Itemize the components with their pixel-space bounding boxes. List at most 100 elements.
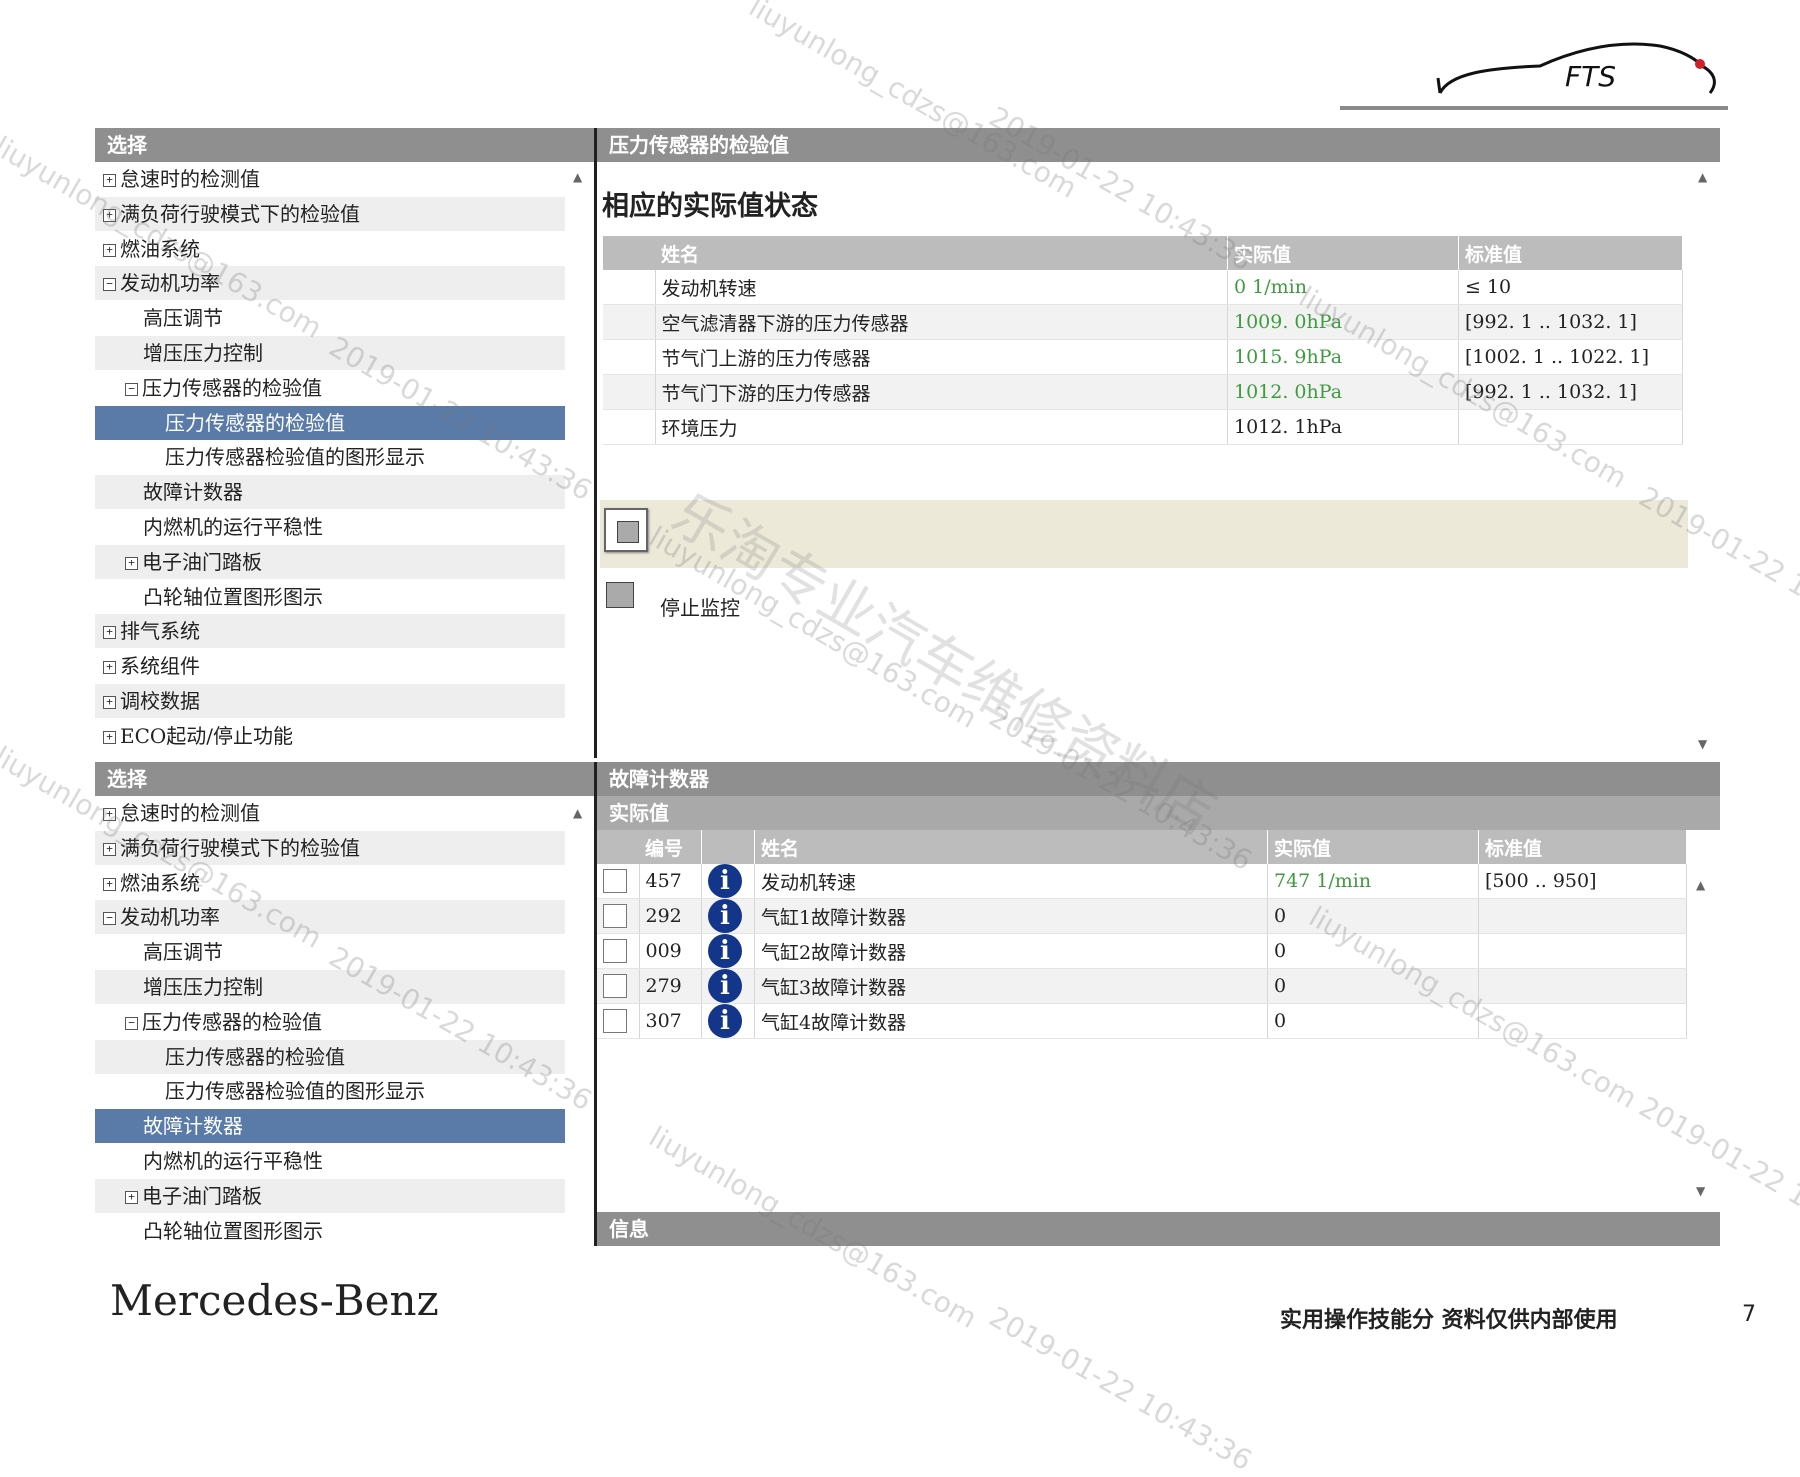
col-name[interactable]: 姓名 xyxy=(755,830,1268,864)
tree-item[interactable]: +ECO起动/停止功能 xyxy=(95,719,565,753)
info-icon[interactable]: i xyxy=(708,969,742,1003)
top-content-scrollbar[interactable]: ▲ ▼ xyxy=(1690,162,1718,758)
expand-icon[interactable]: + xyxy=(103,174,116,187)
stop-indicator-icon[interactable] xyxy=(606,582,634,608)
collapse-icon[interactable]: − xyxy=(125,1017,138,1030)
scroll-up-icon[interactable]: ▲ xyxy=(573,170,582,184)
info-icon[interactable]: i xyxy=(708,934,742,968)
table-row[interactable]: 发动机转速0 1/min≤ 10 xyxy=(603,270,1683,305)
tree-item[interactable]: 高压调节 xyxy=(95,301,565,335)
tree-item[interactable]: 故障计数器 xyxy=(95,475,565,509)
tree-item[interactable]: 故障计数器 xyxy=(95,1109,565,1143)
tree-item[interactable]: 内燃机的运行平稳性 xyxy=(95,510,565,544)
col-actual[interactable]: 实际值 xyxy=(1268,830,1479,864)
expand-icon[interactable]: + xyxy=(103,661,116,674)
tree-item[interactable]: 压力传感器的检验值 xyxy=(95,406,565,440)
table-row[interactable]: 279i气缸3故障计数器0 xyxy=(597,969,1687,1004)
tree-item[interactable]: 压力传感器检验值的图形显示 xyxy=(95,440,565,474)
tree-item[interactable]: +电子油门踏板 xyxy=(95,1179,565,1213)
expand-icon[interactable]: + xyxy=(103,878,116,891)
scroll-up-icon[interactable]: ▲ xyxy=(1698,170,1707,184)
bottom-content-scrollbar[interactable]: ▲ ▼ xyxy=(1688,864,1718,1210)
row-checkbox[interactable] xyxy=(603,904,627,928)
expand-icon[interactable]: + xyxy=(103,731,116,744)
info-icon[interactable]: i xyxy=(708,899,742,933)
col-code[interactable]: 编号 xyxy=(639,830,702,864)
row-checkbox[interactable] xyxy=(603,869,627,893)
row-actual: 0 xyxy=(1268,934,1479,969)
tree-item[interactable]: 内燃机的运行平稳性 xyxy=(95,1144,565,1178)
tree-item[interactable]: −发动机功率 xyxy=(95,266,565,300)
tree-item[interactable]: −压力传感器的检验值 xyxy=(95,371,565,405)
tree-item[interactable]: 增压压力控制 xyxy=(95,336,565,370)
col-name[interactable]: 姓名 xyxy=(655,236,1228,270)
row-name: 节气门上游的压力传感器 xyxy=(655,340,1228,375)
expand-icon[interactable]: + xyxy=(103,626,116,639)
table-row[interactable]: 节气门下游的压力传感器1012. 0hPa[992. 1 .. 1032. 1] xyxy=(603,375,1683,410)
tree-item-label: 压力传感器检验值的图形显示 xyxy=(165,445,425,469)
tree-item[interactable]: −发动机功率 xyxy=(95,900,565,934)
collapse-icon[interactable]: − xyxy=(103,912,116,925)
col-standard[interactable]: 标准值 xyxy=(1459,236,1683,270)
row-checkbox[interactable] xyxy=(603,939,627,963)
tree-item[interactable]: +怠速时的检测值 xyxy=(95,796,565,830)
tree-item[interactable]: 凸轮轴位置图形图示 xyxy=(95,1214,565,1242)
expand-icon[interactable]: + xyxy=(103,209,116,222)
collapse-icon[interactable]: − xyxy=(125,383,138,396)
scroll-up-icon[interactable]: ▲ xyxy=(1696,878,1705,892)
row-code: 292 xyxy=(639,899,702,934)
tree-item-label: 满负荷行驶模式下的检验值 xyxy=(120,836,360,860)
expand-icon[interactable]: + xyxy=(125,557,138,570)
table-row[interactable]: 节气门上游的压力传感器1015. 9hPa[1002. 1 .. 1022. 1… xyxy=(603,340,1683,375)
tree-item[interactable]: +调校数据 xyxy=(95,684,565,718)
tree-item[interactable]: +系统组件 xyxy=(95,649,565,683)
info-icon[interactable]: i xyxy=(708,1004,742,1038)
info-icon[interactable]: i xyxy=(708,864,742,898)
control-toolbar xyxy=(600,500,1688,568)
fts-logo: FTS xyxy=(1430,18,1730,118)
pane-divider[interactable] xyxy=(594,128,597,758)
top-tree-scrollbar[interactable]: ▲ xyxy=(565,162,593,758)
page-number: 7 xyxy=(1742,1302,1756,1327)
bottom-tree-scrollbar[interactable]: ▲ xyxy=(565,796,593,1242)
col-actual[interactable]: 实际值 xyxy=(1228,236,1459,270)
tree-item[interactable]: 压力传感器检验值的图形显示 xyxy=(95,1074,565,1108)
col-standard[interactable]: 标准值 xyxy=(1479,830,1687,864)
table-row[interactable]: 457i发动机转速747 1/min[500 .. 950] xyxy=(597,864,1687,899)
tree-item[interactable]: +满负荷行驶模式下的检验值 xyxy=(95,197,565,231)
row-checkbox[interactable] xyxy=(603,1009,627,1033)
table-row[interactable]: 空气滤清器下游的压力传感器1009. 0hPa[992. 1 .. 1032. … xyxy=(603,305,1683,340)
expand-icon[interactable]: + xyxy=(103,808,116,821)
table-row[interactable]: 292i气缸1故障计数器0 xyxy=(597,899,1687,934)
tree-item[interactable]: −压力传感器的检验值 xyxy=(95,1005,565,1039)
row-checkbox[interactable] xyxy=(603,974,627,998)
tree-item[interactable]: + 燃油系统 xyxy=(95,232,565,266)
collapse-icon[interactable]: − xyxy=(103,278,116,291)
tree-item-label: 压力传感器的检验值 xyxy=(142,376,322,400)
row-name: 发动机转速 xyxy=(655,270,1228,305)
tree-item[interactable]: +怠速时的检测值 xyxy=(95,162,565,196)
tree-item[interactable]: +排气系统 xyxy=(95,614,565,648)
tree-item[interactable]: +电子油门踏板 xyxy=(95,545,565,579)
watermark-date: 2019-01-22 10:43:36 xyxy=(984,1300,1258,1477)
table-row[interactable]: 307i气缸4故障计数器0 xyxy=(597,1004,1687,1039)
tree-item[interactable]: 增压压力控制 xyxy=(95,970,565,1004)
expand-icon[interactable]: + xyxy=(103,843,116,856)
tree-item[interactable]: 高压调节 xyxy=(95,935,565,969)
row-standard: [1002. 1 .. 1022. 1] xyxy=(1459,340,1683,375)
expand-icon[interactable]: + xyxy=(125,1191,138,1204)
expand-icon[interactable]: + xyxy=(103,244,116,257)
tree-item[interactable]: +燃油系统 xyxy=(95,866,565,900)
monitor-toggle-button[interactable] xyxy=(604,508,648,552)
scroll-up-icon[interactable]: ▲ xyxy=(573,806,582,820)
tree-item-label: 燃油系统 xyxy=(120,237,200,261)
expand-icon[interactable]: + xyxy=(103,696,116,709)
tree-item[interactable]: 凸轮轴位置图形图示 xyxy=(95,580,565,614)
tree-item[interactable]: 压力传感器的检验值 xyxy=(95,1040,565,1074)
tree-item[interactable]: + 满负荷行驶模式下的检验值 xyxy=(95,831,565,865)
stop-monitoring-label[interactable]: 停止监控 xyxy=(660,592,740,621)
scroll-down-icon[interactable]: ▼ xyxy=(1698,737,1707,751)
scroll-down-icon[interactable]: ▼ xyxy=(1696,1184,1705,1198)
table-row[interactable]: 环境压力1012. 1hPa xyxy=(603,410,1683,445)
table-row[interactable]: 009i气缸2故障计数器0 xyxy=(597,934,1687,969)
